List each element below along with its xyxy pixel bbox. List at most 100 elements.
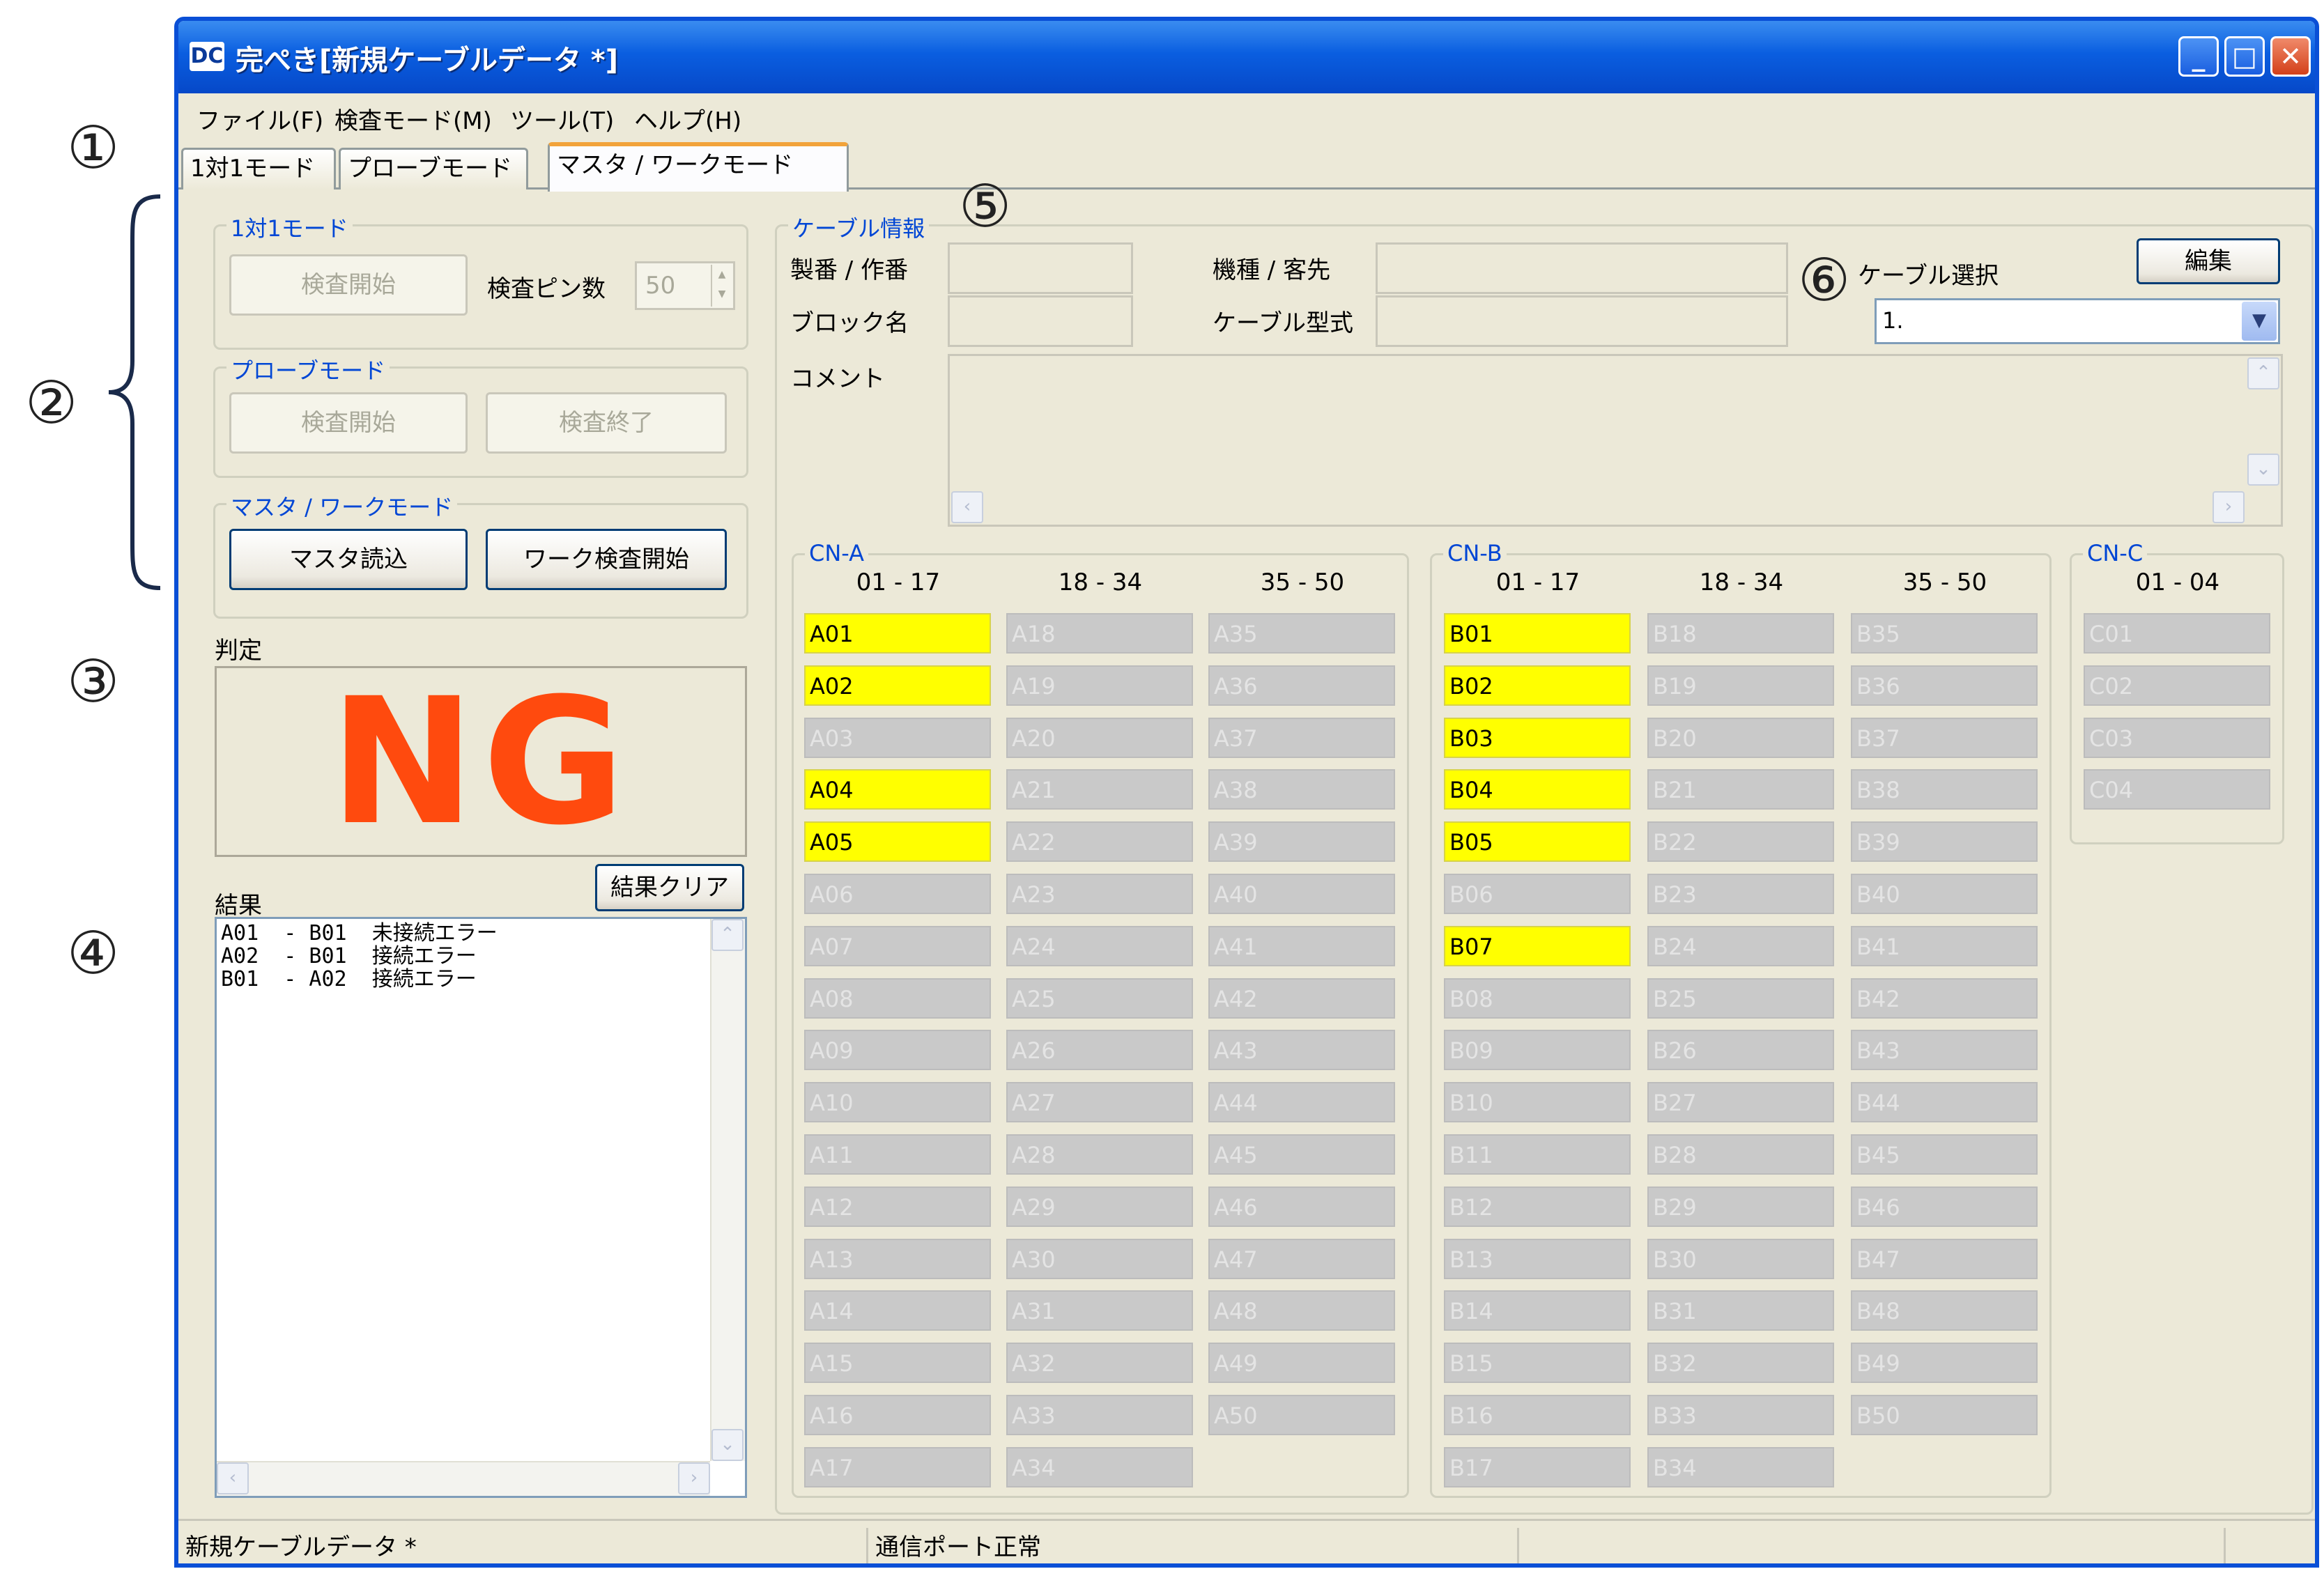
scroll-up-icon[interactable]: ⌃ xyxy=(2247,357,2279,389)
minimize-button[interactable]: _ xyxy=(2178,36,2219,77)
pin-count-stepper[interactable]: 50 ▲ ▼ xyxy=(635,261,735,310)
work-inspection-start-button[interactable]: ワーク検査開始 xyxy=(486,529,727,590)
scroll-down-icon[interactable]: ⌄ xyxy=(2247,454,2279,486)
result-vertical-scrollbar[interactable]: ⌃ ⌄ xyxy=(710,919,745,1461)
title-bar[interactable]: DC 完ぺき[新規ケーブルデータ *] _ □ ✕ xyxy=(178,21,2315,93)
result-list[interactable]: A01 - B01 未接続エラー A02 - B01 接続エラー B01 - A… xyxy=(215,917,747,1498)
column-header-cn-b: 35 - 50 xyxy=(1902,569,1987,596)
pin-b28: B28 xyxy=(1647,1134,1834,1175)
connector-cn-c-title: CN-C xyxy=(2083,540,2148,566)
pin-b12: B12 xyxy=(1444,1187,1631,1227)
pin-b19: B19 xyxy=(1647,665,1834,706)
model-field[interactable] xyxy=(1376,242,1788,294)
cable-select-dropdown[interactable]: 1. ▼ xyxy=(1875,298,2280,344)
scroll-right-icon[interactable]: › xyxy=(2213,491,2245,523)
pin-a39: A39 xyxy=(1208,821,1395,862)
serial-label: 製番 / 作番 xyxy=(790,256,909,284)
pin-a17: A17 xyxy=(804,1447,991,1487)
tab-one-to-one[interactable]: 1対1モード xyxy=(181,148,336,190)
scroll-left-icon[interactable]: ‹ xyxy=(217,1462,249,1494)
stepper-arrows-icon[interactable]: ▲ ▼ xyxy=(711,265,732,307)
callout-4: ④ xyxy=(67,919,120,987)
group-one-to-one-title: 1対1モード xyxy=(226,211,353,243)
one-to-one-start-button[interactable]: 検査開始 xyxy=(229,254,468,316)
pin-a04: A04 xyxy=(804,769,991,810)
pin-b44: B44 xyxy=(1851,1082,2038,1122)
result-horizontal-scrollbar[interactable]: ‹ › xyxy=(217,1461,710,1496)
menu-file[interactable]: ファイル(F) xyxy=(197,102,323,136)
scroll-right-icon[interactable]: › xyxy=(678,1462,710,1494)
pin-a31: A31 xyxy=(1006,1290,1193,1331)
pin-a08: A08 xyxy=(804,978,991,1019)
pin-a22: A22 xyxy=(1006,821,1193,862)
pin-b14: B14 xyxy=(1444,1290,1631,1331)
pin-c03: C03 xyxy=(2084,718,2270,758)
maximize-button[interactable]: □ xyxy=(2224,36,2265,77)
scroll-left-icon[interactable]: ‹ xyxy=(951,491,983,523)
minimize-icon: _ xyxy=(2192,41,2206,72)
chevron-down-icon[interactable]: ▼ xyxy=(2242,302,2277,341)
pin-b45: B45 xyxy=(1851,1134,2038,1175)
comment-label: コメント xyxy=(790,365,885,393)
pin-a43: A43 xyxy=(1208,1030,1395,1070)
menu-inspection-mode[interactable]: 検査モード(M) xyxy=(334,102,492,136)
menu-help[interactable]: ヘルプ(H) xyxy=(634,102,741,136)
pin-b32: B32 xyxy=(1647,1343,1834,1383)
pin-a28: A28 xyxy=(1006,1134,1193,1175)
pin-b01: B01 xyxy=(1444,613,1631,654)
judgement-value: NG xyxy=(329,660,633,863)
window-title: 完ぺき[新規ケーブルデータ *] xyxy=(236,45,619,77)
pin-b34: B34 xyxy=(1647,1447,1834,1487)
pin-a38: A38 xyxy=(1208,769,1395,810)
block-field[interactable] xyxy=(948,295,1133,347)
group-probe-title: プローブモード xyxy=(226,353,390,385)
pin-b35: B35 xyxy=(1851,613,2038,654)
pin-a34: A34 xyxy=(1006,1447,1193,1487)
pin-a02: A02 xyxy=(804,665,991,706)
pin-b21: B21 xyxy=(1647,769,1834,810)
probe-end-button[interactable]: 検査終了 xyxy=(486,392,727,454)
cable-type-field[interactable] xyxy=(1376,295,1788,347)
close-button[interactable]: ✕ xyxy=(2270,36,2311,77)
probe-start-button[interactable]: 検査開始 xyxy=(229,392,468,454)
pin-a36: A36 xyxy=(1208,665,1395,706)
callout-2-brace xyxy=(108,194,161,590)
pin-b31: B31 xyxy=(1647,1290,1834,1331)
menu-tools[interactable]: ツール(T) xyxy=(510,102,614,136)
pin-a01: A01 xyxy=(804,613,991,654)
group-master-work-title: マスタ / ワークモード xyxy=(226,490,458,522)
pin-b25: B25 xyxy=(1647,978,1834,1019)
pin-a07: A07 xyxy=(804,926,991,966)
pin-b20: B20 xyxy=(1647,718,1834,758)
pin-b24: B24 xyxy=(1647,926,1834,966)
pin-b09: B09 xyxy=(1444,1030,1631,1070)
tab-probe[interactable]: プローブモード xyxy=(339,148,528,190)
group-probe: プローブモード 検査開始 検査終了 xyxy=(213,353,748,478)
judgement-display: NG xyxy=(215,666,747,857)
edit-button[interactable]: 編集 xyxy=(2137,238,2280,284)
pin-b18: B18 xyxy=(1647,613,1834,654)
result-clear-button[interactable]: 結果クリア xyxy=(595,864,744,911)
pin-a11: A11 xyxy=(804,1134,991,1175)
pin-a05: A05 xyxy=(804,821,991,862)
block-label: ブロック名 xyxy=(790,309,909,337)
mode-tabs: 1対1モード プローブモード マスタ / ワークモード xyxy=(178,141,2315,192)
connector-cn-a-title: CN-A xyxy=(805,540,869,566)
pin-b36: B36 xyxy=(1851,665,2038,706)
master-read-button[interactable]: マスタ読込 xyxy=(229,529,468,590)
serial-field[interactable] xyxy=(948,242,1133,294)
cable-select-label: ケーブル選択 xyxy=(1858,262,1999,290)
pin-b33: B33 xyxy=(1647,1395,1834,1435)
tab-master-work[interactable]: マスタ / ワークモード xyxy=(548,142,849,192)
pin-a16: A16 xyxy=(804,1395,991,1435)
pin-b07: B07 xyxy=(1444,926,1631,966)
pin-a27: A27 xyxy=(1006,1082,1193,1122)
comment-field[interactable]: ⌃ ⌄ ‹ › xyxy=(948,354,2283,527)
pin-b29: B29 xyxy=(1647,1187,1834,1227)
cable-select-value: 1. xyxy=(1882,307,1904,334)
scroll-up-icon[interactable]: ⌃ xyxy=(711,919,744,951)
column-header-cn-a: 35 - 50 xyxy=(1260,569,1345,596)
pin-c04: C04 xyxy=(2084,769,2270,810)
column-header-cn-a: 18 - 34 xyxy=(1058,569,1143,596)
scroll-down-icon[interactable]: ⌄ xyxy=(711,1429,744,1461)
